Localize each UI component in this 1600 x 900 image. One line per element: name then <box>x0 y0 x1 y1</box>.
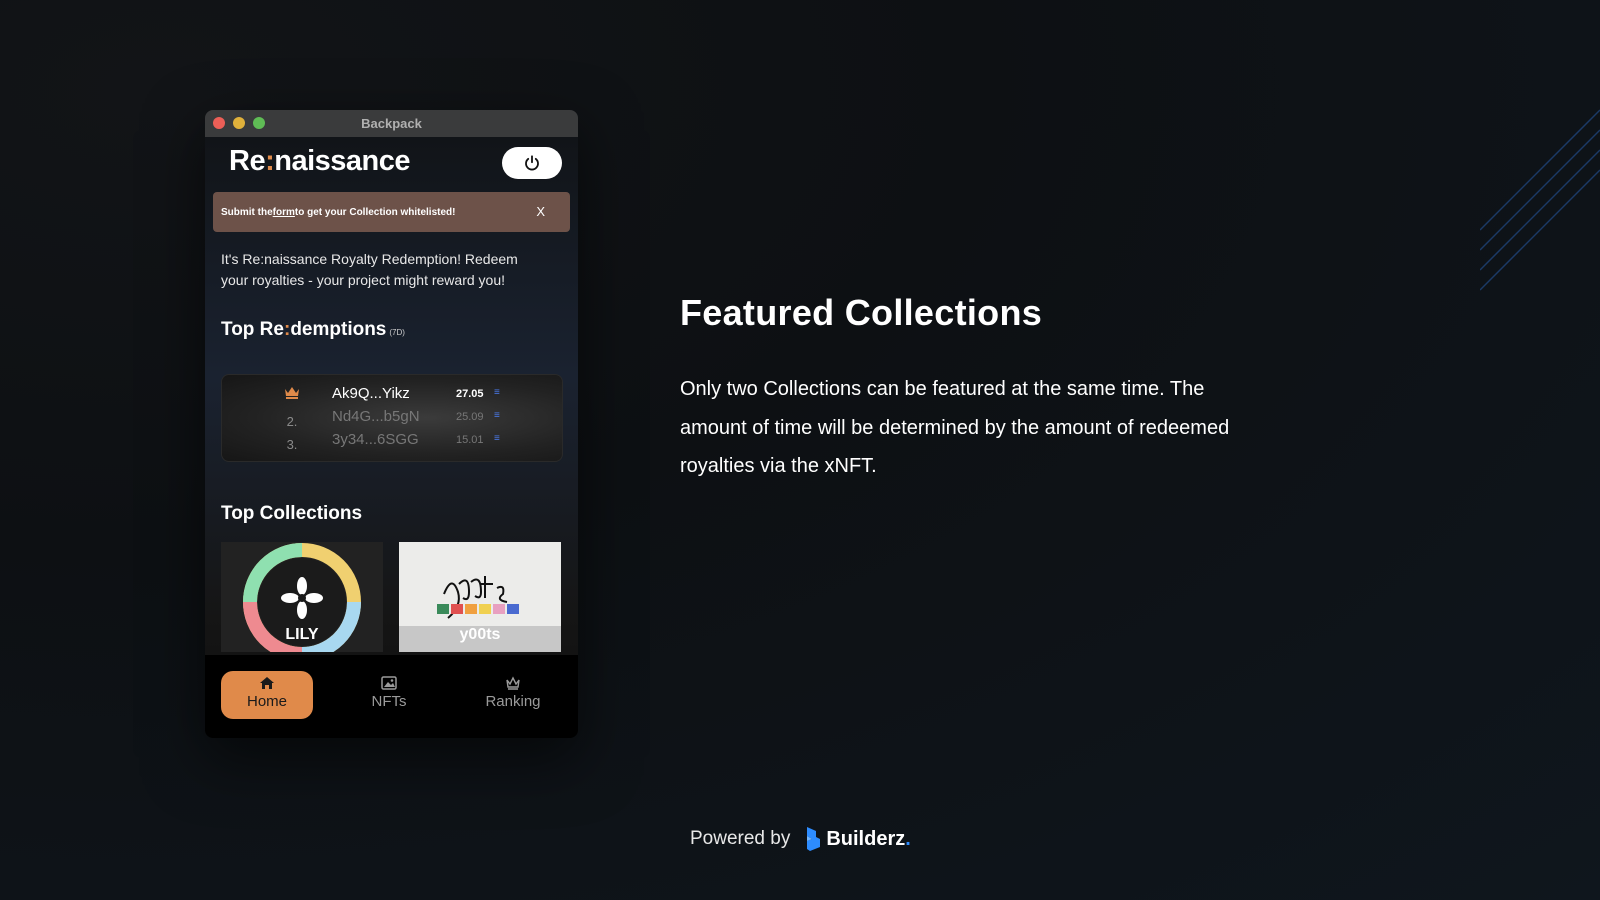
window-titlebar[interactable]: Backpack <box>205 110 578 138</box>
whitelist-banner: Submit the form to get your Collection w… <box>213 192 570 232</box>
rank-number: 2. <box>286 414 298 429</box>
wallet-address: Ak9Q...Yikz <box>332 385 410 402</box>
nav-ranking-label: Ranking <box>485 693 541 710</box>
app-window: Backpack Re:naissance Submit the form to… <box>205 110 578 738</box>
collection-tile-y00ts[interactable]: y00ts <box>399 542 561 652</box>
banner-text-before: Submit the <box>221 206 273 218</box>
wallet-address: 3y34...6SGG <box>332 431 419 448</box>
sol-icon: ≡ <box>494 433 500 444</box>
intro-text: It's Re:naissance Royalty Redemption! Re… <box>221 251 518 288</box>
list-item: 2. Nd4G...b5gN 25.09 ≡ <box>222 408 562 430</box>
minimize-window-button[interactable] <box>233 117 245 129</box>
wallet-address: Nd4G...b5gN <box>332 408 420 425</box>
nav-home-label: Home <box>246 693 287 710</box>
nav-home[interactable]: Home <box>221 671 313 719</box>
powered-by-footer: Powered by Builderz. <box>690 826 911 852</box>
sol-icon: ≡ <box>494 387 500 398</box>
renaissance-app: Re:naissance Submit the form to get your… <box>205 137 578 738</box>
top-collections-heading: Top Collections <box>221 503 363 524</box>
app-header: Re:naissance <box>205 137 578 192</box>
banner-close-button[interactable]: X <box>536 204 545 219</box>
form-link[interactable]: form <box>273 207 295 218</box>
logo-colon: : <box>265 145 275 177</box>
amount: 25.09 <box>456 411 484 423</box>
decorative-lines <box>1480 109 1600 291</box>
maximize-window-button[interactable] <box>253 117 265 129</box>
collection-tile-lily[interactable]: LILY <box>221 542 383 652</box>
logo-suffix: naissance <box>274 145 411 177</box>
builderz-icon <box>807 827 821 851</box>
heading-suffix: demptions <box>290 319 387 340</box>
nav-nfts-label: NFTs <box>371 693 407 710</box>
crown-icon <box>285 387 299 399</box>
close-window-button[interactable] <box>213 117 225 129</box>
image-icon <box>381 676 397 690</box>
home-icon <box>260 677 274 689</box>
sol-icon: ≡ <box>494 410 500 421</box>
list-item: 3. 3y34...6SGG 15.01 ≡ <box>222 431 562 453</box>
list-item: Ak9Q...Yikz 27.05 ≡ <box>222 385 562 407</box>
collection-name: LILY <box>285 626 319 643</box>
nav-nfts[interactable]: NFTs <box>343 671 435 719</box>
rank-number: 3. <box>286 437 298 452</box>
renaissance-logo: Re:naissance <box>229 145 411 178</box>
featured-collections-description: Only two Collections can be featured at … <box>680 378 1230 477</box>
amount: 27.05 <box>456 388 484 400</box>
bottom-nav: Home NFTs Ranking <box>205 655 578 738</box>
powered-by-label: Powered by <box>690 828 791 849</box>
builderz-dot: . <box>905 827 911 850</box>
period-label: (7D) <box>389 328 405 337</box>
banner-text-after: to get your Collection whitelisted! <box>294 206 456 218</box>
amount: 15.01 <box>456 434 484 446</box>
top-collections-grid: LILY y00ts <box>221 542 562 652</box>
builderz-name: Builderz <box>826 827 906 850</box>
power-button[interactable] <box>502 147 562 179</box>
heading-prefix: Top Re <box>221 319 284 340</box>
collection-name: y00ts <box>459 626 501 643</box>
power-icon <box>525 155 539 171</box>
nav-ranking[interactable]: Ranking <box>467 671 559 719</box>
builderz-logo[interactable]: Builderz. <box>804 826 911 852</box>
top-redemptions-card[interactable]: Ak9Q...Yikz 27.05 ≡ 2. Nd4G...b5gN 25.09… <box>221 374 563 462</box>
logo-prefix: Re <box>229 145 266 177</box>
crown-icon <box>506 676 520 690</box>
featured-collections-title: Featured Collections <box>680 292 1043 333</box>
top-redemptions-heading: Top Re:demptions (7D) <box>221 319 405 341</box>
